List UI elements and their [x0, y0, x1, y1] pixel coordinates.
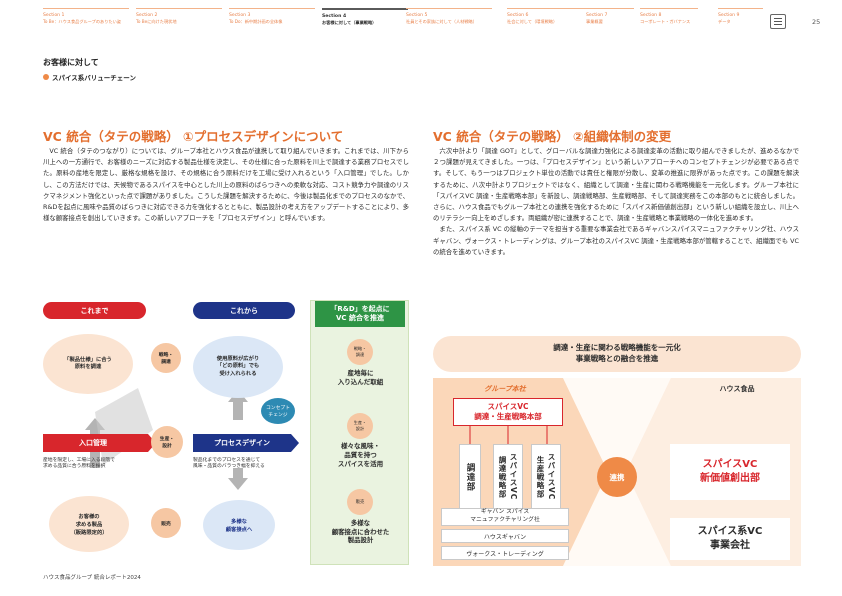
nav-section-7[interactable]: Section 7 事業概要: [586, 8, 634, 36]
production-strategy-box: スパイスVC 生産戦略部: [531, 444, 561, 510]
rd-tag-sales-text: 販売: [355, 500, 365, 505]
concept-change-text: コンセプト チェンジ: [266, 406, 290, 418]
rd-item-sales: 多様な 顧客接点に合わせた 製品設計: [331, 519, 390, 545]
page-subtitle-text: スパイス系バリューチェーン: [52, 74, 136, 82]
nav-section-label: 社員とその家族に対して（人材戦略）: [406, 19, 477, 24]
right-paragraph-1: 六次中計より「調達 GOT」として、グローバルな調達力強化による調達変革の活動に…: [433, 147, 799, 223]
raw-material-circle: 使用原料が広がり 「どの原料」でも 受け入れられる: [193, 336, 283, 398]
procure-tag-text: 戦略・ 調達: [158, 353, 174, 365]
customer-circle-text: お客様の 求める製品 （販路限定的）: [70, 514, 108, 536]
mfg-tag-text: 生産・ 設計: [159, 437, 175, 449]
production-strategy-text: スパイスVC 生産戦略部: [536, 453, 556, 501]
nav-section-9[interactable]: Section 9 データ: [718, 8, 763, 36]
organization-diagram: 調達・生産に関わる戦略機能を一元化 事業戦略との融合を推進 グループ本社 ハウス…: [433, 336, 801, 566]
link-circle: 連携: [597, 457, 637, 497]
nav-section-label: お客様に対して（事業戦略）: [322, 20, 377, 25]
before-label: これまで: [43, 302, 146, 319]
rd-header: 「R&D」を起点に VC 統合を推進: [315, 301, 405, 327]
rd-tag-mfg-text: 生産・ 設計: [353, 420, 367, 431]
nav-section-label: 事業概要: [586, 19, 603, 24]
rd-tag-procure-text: 戦略・ 調達: [353, 346, 367, 357]
right-body-text: 六次中計より「調達 GOT」として、グローバルな調達力強化による調達変革の活動に…: [433, 146, 799, 258]
sales-tag-text: 販売: [161, 521, 171, 527]
process-label: プロセスデザイン: [214, 439, 270, 447]
left-section-title: VC 統合（タテの戦略） ①プロセスデザインについて: [43, 129, 344, 144]
nav-section-5[interactable]: Section 5 社員とその家族に対して（人材戦略）: [406, 8, 492, 36]
nav-section-3[interactable]: Section 3 To Do：新中期計画の全体像: [229, 8, 315, 36]
sales-tag: 販売: [151, 508, 181, 538]
spec-circle: 「製品仕様」に合う 原料を調達: [43, 334, 133, 394]
process-description: 製品化までのプロセスを通じて 風味・品質のバラつき幅を抑える: [193, 458, 265, 470]
house-foods-label: ハウス食品: [719, 385, 755, 393]
procure-strategy-box: スパイスVC 調達戦略部: [493, 444, 523, 510]
after-label: これから: [193, 302, 295, 319]
procure-tag: 戦略・ 調達: [151, 343, 181, 373]
procurement-dept-box: 調達部: [459, 444, 481, 510]
concept-change-badge: コンセプト チェンジ: [261, 398, 295, 424]
bullet-dot-icon: [43, 74, 49, 80]
rd-tag-mfg: 生産・ 設計: [347, 413, 373, 439]
nav-section-1[interactable]: Section 1 To Be：ハウス食品グループのありたい姿: [43, 8, 129, 36]
touchpoint-circle-text: 多様な 顧客接点へ: [225, 519, 253, 533]
page-title: お客様に対して: [43, 58, 99, 67]
strategy-banner: 調達・生産に関わる戦略機能を一元化 事業戦略との融合を推進: [433, 336, 801, 372]
footer-report-title: ハウス食品グループ 統合レポート2024: [43, 575, 141, 581]
customer-circle: お客様の 求める製品 （販路限定的）: [49, 496, 129, 552]
new-value-dept-box: スパイスVC 新価値創出部: [670, 444, 790, 500]
entry-description: 産地を限定し、工場に入る段階で 求める品質に合う原料を採択: [43, 458, 115, 470]
business-company-box: スパイス系VC 事業会社: [670, 518, 790, 560]
company-box-house-gaban: ハウスギャバン: [441, 529, 569, 543]
nav-section-label: To Be：ハウス食品グループのありたい姿: [43, 19, 121, 24]
nav-section-4[interactable]: Section 4 お客様に対して（事業戦略）: [322, 8, 408, 36]
section-nav: Section 1 To Be：ハウス食品グループのありたい姿 Section 2…: [43, 8, 763, 38]
nav-section-label: 社会に対して（環境戦略）: [507, 19, 558, 24]
rd-column: 「R&D」を起点に VC 統合を推進 戦略・ 調達 産地毎に 入り込んだ取組 生…: [310, 300, 409, 565]
hq-strategy-box: スパイスVC 調達・生産戦略本部: [453, 398, 563, 426]
nav-section-label: データ: [718, 19, 731, 24]
nav-section-6[interactable]: Section 6 社会に対して（環境戦略）: [507, 8, 593, 36]
org-connector-lines: [469, 426, 548, 446]
entry-label: 入口管理: [79, 439, 107, 447]
mfg-tag: 生産・ 設計: [151, 426, 183, 458]
right-section-title: VC 統合（タテの戦略） ②組織体制の変更: [433, 129, 672, 144]
process-design-diagram: これまで これから 「製品仕様」に合う 原料を調達 戦略・ 調達 使用原料が広が…: [43, 300, 409, 570]
page-number: 25: [812, 18, 821, 26]
rd-tag-procure: 戦略・ 調達: [347, 339, 373, 365]
procure-strategy-text: スパイスVC 調達戦略部: [498, 453, 518, 501]
left-paragraph: VC 統合（タテのつながり）については、グループ本社とハウス食品が連携して取り組…: [43, 147, 409, 223]
company-box-gaban-mfg: ギャバン スパイス マニュファクチャリング社: [441, 508, 569, 526]
left-body-text: VC 統合（タテのつながり）については、グループ本社とハウス食品が連携して取り組…: [43, 146, 409, 224]
right-paragraph-2: また、スパイス系 VC の縦軸のテーマを担当する重要な事業会社であるギャバンスパ…: [433, 225, 799, 256]
nav-section-label: コーポレート・ガバナンス: [640, 19, 691, 24]
nav-section-8[interactable]: Section 8 コーポレート・ガバナンス: [640, 8, 698, 36]
rd-tag-sales: 販売: [347, 489, 373, 515]
nav-section-2[interactable]: Section 2 To Beに向けた現状地: [136, 8, 222, 36]
rd-item-procure: 産地毎に 入り込んだ取組: [337, 369, 384, 386]
touchpoint-circle: 多様な 顧客接点へ: [203, 500, 275, 550]
group-hq-label: グループ本社: [484, 385, 526, 393]
procurement-dept-text: 調達部: [465, 462, 475, 492]
table-of-contents-icon[interactable]: [770, 14, 786, 29]
spec-circle-text: 「製品仕様」に合う 原料を調達: [64, 356, 112, 370]
raw-material-circle-text: 使用原料が広がり 「どの原料」でも 受け入れられる: [216, 356, 260, 377]
rd-item-mfg: 様々な風味・ 品質を持つ スパイスを活用: [337, 442, 384, 468]
nav-section-label: To Do：新中期計画の全体像: [229, 19, 283, 24]
down-arrow-icon: [228, 468, 248, 490]
nav-section-label: To Beに向けた現状地: [136, 19, 177, 24]
page-subtitle: スパイス系バリューチェーン: [43, 72, 136, 82]
company-box-vox: ヴォークス・トレーディング: [441, 546, 569, 560]
